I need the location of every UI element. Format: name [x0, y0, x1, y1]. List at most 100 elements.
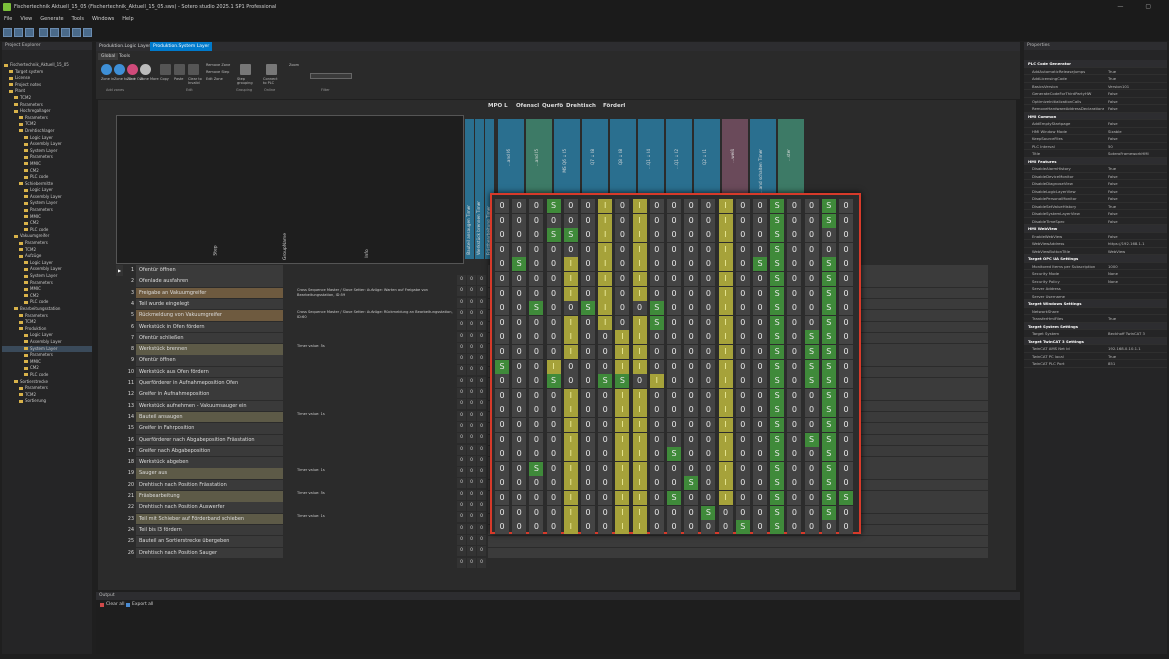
- matrix-cell[interactable]: 0: [839, 374, 853, 389]
- matrix-cell[interactable]: 0: [546, 447, 561, 462]
- matrix-cell[interactable]: S: [821, 491, 836, 505]
- matrix-cell[interactable]: S: [821, 199, 836, 213]
- tree-item[interactable]: Sortierung: [2, 398, 92, 405]
- matrix-cell[interactable]: S: [735, 520, 750, 535]
- matrix-cell[interactable]: 0: [581, 345, 595, 359]
- step-label[interactable]: Greifer in Fahrposition: [136, 423, 283, 434]
- matrix-cell[interactable]: 0: [529, 520, 544, 535]
- matrix-cell[interactable]: 0: [495, 374, 509, 389]
- property-row[interactable]: EnableWebView False: [1024, 233, 1167, 240]
- remove-zone-button[interactable]: Remove Zone: [206, 63, 230, 67]
- matrix-cell[interactable]: I: [718, 491, 733, 505]
- matrix-cell[interactable]: I: [563, 345, 578, 359]
- matrix-cell[interactable]: 0: [753, 432, 767, 447]
- matrix-cell[interactable]: 0: [495, 520, 509, 535]
- matrix-cell[interactable]: 0: [495, 272, 509, 286]
- timer-cell[interactable]: 0: [477, 557, 486, 568]
- matrix-cell[interactable]: S: [821, 447, 836, 462]
- matrix-cell[interactable]: I: [632, 330, 647, 345]
- matrix-cell[interactable]: I: [718, 374, 733, 389]
- matrix-cell[interactable]: 0: [839, 403, 853, 418]
- matrix-cell[interactable]: 0: [632, 301, 647, 316]
- matrix-cell[interactable]: I: [718, 447, 733, 462]
- matrix-cell[interactable]: S: [770, 491, 785, 505]
- matrix-cell[interactable]: 0: [649, 345, 664, 359]
- matrix-cell[interactable]: 0: [735, 432, 750, 447]
- property-row[interactable]: Security Policy None: [1024, 278, 1167, 285]
- matrix-cell[interactable]: I: [632, 447, 647, 462]
- tree-item[interactable]: Bearbeitungsstation: [2, 306, 92, 313]
- tree-item[interactable]: System Layer: [2, 148, 92, 155]
- matrix-cell[interactable]: S: [770, 286, 785, 301]
- matrix-cell[interactable]: 0: [684, 461, 699, 476]
- matrix-cell[interactable]: 0: [495, 388, 509, 403]
- step-label[interactable]: Greifer nach Abgabeposition: [136, 445, 283, 457]
- matrix-cell[interactable]: I: [632, 505, 647, 520]
- matrix-cell[interactable]: S: [770, 228, 785, 243]
- matrix-cell[interactable]: 0: [701, 228, 716, 243]
- matrix-cell[interactable]: 0: [667, 315, 681, 330]
- matrix-cell[interactable]: 0: [495, 213, 509, 228]
- matrix-cell[interactable]: 0: [753, 315, 767, 330]
- matrix-cell[interactable]: 0: [667, 286, 681, 301]
- property-value[interactable]: Version101: [1108, 83, 1166, 91]
- step-label[interactable]: Drehtisch nach Position Sauger: [136, 547, 283, 559]
- matrix-cell[interactable]: 0: [735, 330, 750, 345]
- matrix-cell[interactable]: 0: [529, 476, 544, 491]
- matrix-cell[interactable]: 0: [529, 228, 544, 243]
- tree-item[interactable]: Assembly Layer: [2, 339, 92, 346]
- matrix-cell[interactable]: I: [615, 476, 630, 491]
- matrix-cell[interactable]: S: [529, 301, 544, 316]
- matrix-cell[interactable]: 0: [804, 213, 819, 228]
- matrix-cell[interactable]: S: [821, 505, 836, 520]
- tree-item[interactable]: TCM2: [2, 392, 92, 399]
- matrix-cell[interactable]: 0: [787, 461, 802, 476]
- build-icon[interactable]: [39, 28, 48, 37]
- matrix-cell[interactable]: 0: [787, 272, 802, 286]
- matrix-cell[interactable]: 0: [735, 447, 750, 462]
- matrix-cell[interactable]: S: [821, 388, 836, 403]
- tree-item[interactable]: Parameters: [2, 102, 92, 109]
- matrix-cell[interactable]: 0: [495, 476, 509, 491]
- matrix-cell[interactable]: S: [770, 388, 785, 403]
- matrix-cell[interactable]: 0: [581, 330, 595, 345]
- matrix-cell[interactable]: 0: [753, 505, 767, 520]
- matrix-cell[interactable]: 0: [839, 476, 853, 491]
- property-value[interactable]: False: [1108, 173, 1166, 181]
- matrix-cell[interactable]: I: [632, 403, 647, 418]
- tree-item[interactable]: Assembly Layer: [2, 141, 92, 148]
- property-value[interactable]: True: [1108, 203, 1166, 211]
- matrix-cell[interactable]: 0: [512, 345, 527, 359]
- matrix-cell[interactable]: 0: [495, 432, 509, 447]
- matrix-cell[interactable]: 0: [615, 228, 630, 243]
- matrix-cell[interactable]: 0: [684, 374, 699, 389]
- tree-item[interactable]: Logic Layer: [2, 135, 92, 142]
- tree-item[interactable]: Parameters: [2, 240, 92, 247]
- tree-item[interactable]: Logic Layer: [2, 187, 92, 194]
- ribbon-tab-tools[interactable]: Tools: [116, 53, 133, 60]
- matrix-cell[interactable]: 0: [701, 461, 716, 476]
- matrix-cell[interactable]: S: [821, 403, 836, 418]
- matrix-cell[interactable]: S: [684, 476, 699, 491]
- property-row[interactable]: Target System Beckhoff TwinCAT 3: [1024, 330, 1167, 338]
- monitor-icon[interactable]: [83, 28, 92, 37]
- matrix-cell[interactable]: 0: [495, 418, 509, 432]
- tree-item[interactable]: PLC code: [2, 227, 92, 234]
- matrix-cell[interactable]: I: [563, 476, 578, 491]
- matrix-cell[interactable]: 0: [753, 228, 767, 243]
- matrix-cell[interactable]: I: [718, 199, 733, 213]
- matrix-cell[interactable]: 0: [667, 301, 681, 316]
- tree-item[interactable]: Parameters: [2, 154, 92, 161]
- step-label[interactable]: Querförderer in Aufnahmeposition Ofen: [136, 378, 283, 389]
- matrix-cell[interactable]: 0: [701, 330, 716, 345]
- tree-item[interactable]: PLC code: [2, 174, 92, 181]
- row-selector-icon[interactable]: ▶: [116, 265, 123, 276]
- matrix-cell[interactable]: 0: [615, 272, 630, 286]
- matrix-cell[interactable]: 0: [839, 286, 853, 301]
- matrix-cell[interactable]: 0: [787, 301, 802, 316]
- matrix-cell[interactable]: S: [821, 272, 836, 286]
- matrix-cell[interactable]: 0: [753, 199, 767, 213]
- matrix-cell[interactable]: 0: [804, 242, 819, 257]
- matrix-cell[interactable]: 0: [581, 476, 595, 491]
- matrix-cell[interactable]: 0: [649, 461, 664, 476]
